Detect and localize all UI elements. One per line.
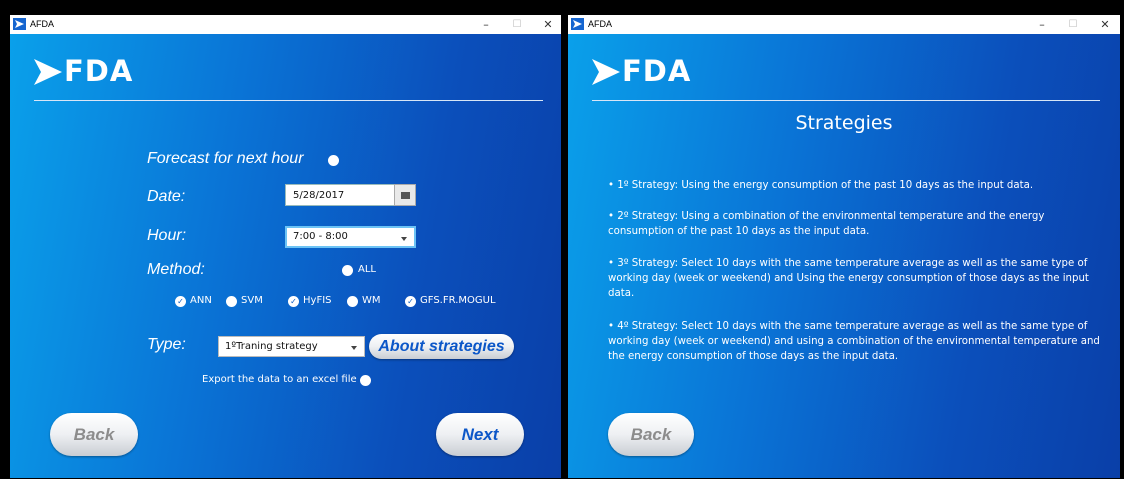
forecast-window: AFDA – ☐ ✕ FDA Forecast for next hour Da… [10,15,561,478]
minimize-button[interactable]: – [1032,16,1052,33]
all-label: ALL [358,264,376,275]
close-button[interactable]: ✕ [538,16,558,33]
all-radio[interactable] [342,265,353,276]
header-divider [592,100,1100,101]
back-button[interactable]: Back [50,413,138,456]
title-bar[interactable]: AFDA – ☐ ✕ [568,15,1120,34]
date-field[interactable]: 5/28/2017 [285,184,395,206]
logo: FDA [592,54,702,88]
logo-text: FDA [64,54,134,88]
gfs-check-icon[interactable]: ✓ [405,296,416,307]
gfs-label: GFS.FR.MOGUL [420,295,496,306]
type-select[interactable]: 1ºTraning strategy [218,336,365,357]
calendar-icon[interactable] [394,184,416,206]
strategies-panel: FDA Strategies • 1º Strategy: Using the … [568,34,1120,478]
hyfis-check-icon[interactable]: ✓ [288,296,299,307]
back-button[interactable]: Back [608,413,694,456]
method-label: Method: [147,261,205,278]
strategy-item: • 3º Strategy: Select 10 days with the s… [608,258,1089,299]
hour-label: Hour: [147,227,187,244]
logo-arrow-icon [592,59,620,85]
strategies-heading: Strategies [795,112,893,134]
title-bar[interactable]: AFDA – ☐ ✕ [10,15,561,34]
minimize-button[interactable]: – [476,16,496,33]
app-logo-icon [571,18,584,30]
logo-text: FDA [622,54,692,88]
wm-radio[interactable] [347,296,358,307]
strategies-window: AFDA – ☐ ✕ FDA Strategies • 1º Strategy:… [568,15,1120,478]
type-label: Type: [147,336,186,353]
logo-arrow-icon [34,59,62,85]
logo: FDA [34,54,144,88]
maximize-button[interactable]: ☐ [1063,16,1083,33]
export-radio[interactable] [360,375,371,386]
strategy-item: • 2º Strategy: Using a combination of th… [608,211,1045,237]
hour-select[interactable]: 7:00 - 8:00 [285,226,416,248]
hyfis-label: HyFIS [303,295,332,306]
strategy-item: • 4º Strategy: Select 10 days with the s… [608,321,1100,362]
ann-label: ANN [190,295,212,306]
hour-select-value: 7:00 - 8:00 [293,231,348,242]
strategy-item: • 1º Strategy: Using the energy consumpt… [608,180,1034,191]
ann-check-icon[interactable]: ✓ [175,296,186,307]
forecast-radio[interactable] [328,155,339,166]
type-select-value: 1ºTraning strategy [225,341,318,352]
maximize-button[interactable]: ☐ [507,16,527,33]
wm-label: WM [362,295,381,306]
chevron-down-icon [401,237,407,241]
date-label: Date: [147,188,186,205]
header-divider [34,100,543,101]
forecast-label: Forecast for next hour [147,150,304,167]
forecast-panel: FDA Forecast for next hour Date: 5/28/20… [10,34,561,478]
next-button[interactable]: Next [436,413,524,456]
svm-label: SVM [241,295,263,306]
window-title: AFDA [588,19,613,29]
app-logo-icon [13,18,26,30]
close-button[interactable]: ✕ [1095,16,1115,33]
chevron-down-icon [351,346,357,350]
svm-radio[interactable] [226,296,237,307]
about-strategies-button[interactable]: About strategies [369,334,514,359]
window-title: AFDA [30,19,55,29]
export-label: Export the data to an excel file [202,374,357,385]
